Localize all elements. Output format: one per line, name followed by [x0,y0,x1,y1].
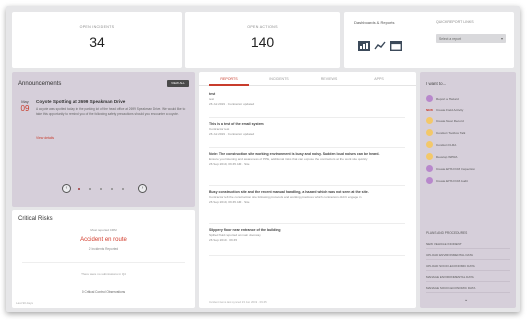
open-incidents-card[interactable]: OPEN INCIDENTS 34 [12,12,182,68]
action-label: Create EHS FCM Inspection [436,167,476,171]
chevron-down-icon: ▾ [500,36,503,41]
dashboards-reports-card: Dashboards & Reports QUICKREPORT LINKS S… [344,12,514,68]
risk-count: 2 Incidents Reported [88,247,119,251]
announcement-day: 09 [20,104,30,113]
action-label: Conduct Toolbox Talk [436,131,466,135]
most-reported-label: Most reported CRM [90,228,117,232]
record-icon [426,117,433,124]
quick-actions-title: I want to... [426,81,447,86]
action-label: Create EHS FCM Audit [436,179,468,183]
trend-line-icon[interactable] [374,38,386,50]
view-details-link[interactable]: View details [36,136,54,140]
action-label: Create Near Record [436,119,464,123]
quick-report-label: QUICKREPORT LINKS [436,20,474,24]
announcements-title: Announcements [18,81,62,87]
chart-icon[interactable] [358,38,370,51]
open-incidents-label: OPEN INCIDENTS [79,25,115,29]
open-incidents-value: 34 [89,34,105,50]
divider [22,262,185,263]
action-label: Develop WPRA [436,155,458,159]
tab-reports[interactable]: REPORTS [209,77,249,81]
carousel-dot[interactable] [89,188,92,191]
feed-item[interactable]: This is a test of the email system Contr… [209,122,405,148]
carousel-dot[interactable] [100,188,103,191]
plans-header: PLANS AND PROCEDURES [426,231,468,235]
chevron-down-icon[interactable]: ⌄ [464,297,468,303]
plan-link[interactable]: UPLOAD ENVIRONMENTAL DATA [426,253,510,260]
hazard-icon [426,95,433,102]
flra-icon [426,141,433,148]
risk-name[interactable]: Accident en route [12,237,195,243]
open-actions-label: OPEN ACTIONS [247,25,278,29]
active-tab-indicator [209,84,249,86]
tab-apps[interactable]: APPS [359,77,399,81]
carousel-dot[interactable] [111,188,114,191]
feed-item-meta: 26 Sep 2019 · 09:45 [209,238,238,242]
plan-link[interactable]: UPLOAD SOCIO-ECONOMIC DATA [426,264,510,271]
carousel-dot[interactable] [78,188,81,191]
tab-reviews[interactable]: REVIEWS [309,77,349,81]
announcement-headline[interactable]: Coyote Spotting at 2699 Speakman Drive [36,99,125,104]
submissions-text: There were no submissions in Q4 [81,272,126,276]
report-select-value: Select a report [439,36,462,41]
feed-footer: Incident items last synced 23 Jun 2019 ·… [209,300,267,304]
feed-item-meta: 26 Sep 2019, 09:45 AM · Site [209,200,250,204]
critical-risks-footer: Last 90 days [16,301,34,305]
feed-item[interactable]: Busy construction site and the recent ma… [209,190,405,224]
audit-icon [426,177,433,184]
wpra-icon [426,153,433,160]
announcement-body: A coyote was spotted today in the parkin… [36,107,186,117]
plan-link[interactable]: MANAGE ENVIRONMENTAL DATA [426,275,510,282]
feed-item[interactable]: test test 26 Jul 2019 · Contractor updat… [209,92,405,118]
feed-item-meta: 26 Sep 2019, 09:45 AM · Site [209,162,250,166]
tab-incidents[interactable]: INCIDENTS [259,77,299,81]
view-all-button[interactable]: VIEW ALL [167,80,189,87]
observations-count: 0 Critical Control Observations [81,290,126,294]
carousel-prev-button[interactable]: ‹ [62,184,71,193]
feed-item[interactable]: Note: The construction site working envi… [209,152,405,186]
carousel-next-button[interactable]: › [138,184,147,193]
feed-item-meta: 26 Jul 2019 · Contractor updated [209,132,255,136]
toolbox-icon [426,129,433,136]
carousel-dot[interactable] [122,188,125,191]
announcement-date: May 09 [18,99,32,113]
quick-actions-panel: I want to... Report a Hazard NEW Create … [420,72,516,308]
action-label: Report a Hazard [436,97,459,101]
action-label: Conduct FLRA [436,143,457,147]
plan-link[interactable]: NEW VEHICLE INCIDENT [426,242,510,249]
plan-link[interactable]: MANAGE SOCIO-ECONOMIC DATA [426,286,510,293]
critical-risks-panel: Critical Risks Most reported CRM Acciden… [12,210,195,308]
activity-feed: REPORTS INCIDENTS REVIEWS APPS test test… [199,72,416,308]
announcements-panel: Announcements VIEW ALL May 09 Coyote Spo… [12,72,195,207]
report-select[interactable]: Select a report ▾ [436,34,506,43]
window-icon[interactable] [389,38,403,52]
feed-item[interactable]: Slippery floor near entrance of the buil… [209,228,405,256]
dashboards-title: Dashboards & Reports [354,20,395,25]
dashboard-page: OPEN INCIDENTS 34 OPEN ACTIONS 140 Dashb… [6,6,520,312]
feed-item-meta: 26 Jul 2019 · Contractor updated [209,102,255,106]
feed-tabs: REPORTS INCIDENTS REVIEWS APPS [199,72,416,86]
open-actions-value: 140 [250,34,275,50]
action-label: Create Field Activity [436,108,464,112]
open-actions-card[interactable]: OPEN ACTIONS 140 [185,12,340,68]
critical-risks-title: Critical Risks [18,216,53,222]
new-badge: NEW [426,108,433,112]
inspection-icon [426,165,433,172]
